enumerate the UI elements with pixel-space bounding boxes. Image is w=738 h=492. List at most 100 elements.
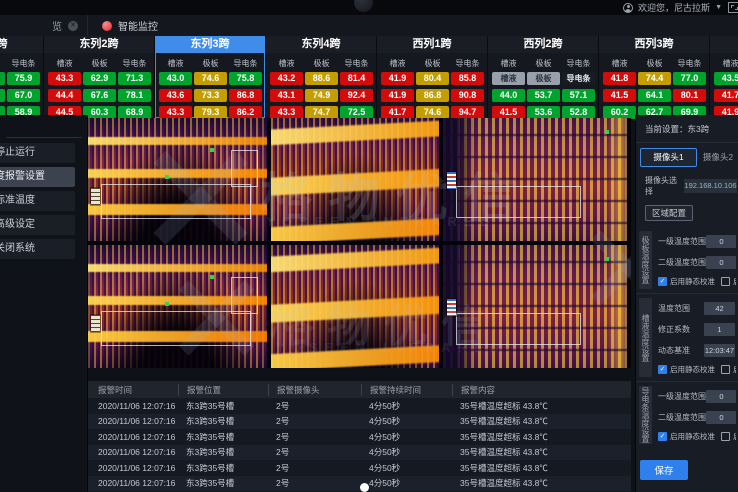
scroll-indicator[interactable] (360, 483, 369, 492)
marker-dot (165, 175, 169, 179)
camera-tile-2[interactable] (271, 118, 439, 241)
camera-tile-4[interactable] (88, 245, 267, 368)
setting-input[interactable]: 0 (706, 256, 736, 269)
setting-input[interactable]: 0 (706, 411, 736, 424)
checkbox-checked[interactable] (658, 365, 667, 374)
subcol-label: 导电条 (673, 58, 706, 69)
camera-switcher: 摄像头1 摄像头2 (636, 143, 738, 167)
setting-input[interactable]: 42 (704, 302, 735, 315)
region-rect (231, 150, 258, 187)
tab-background[interactable]: 览 ✕ (0, 15, 88, 36)
setting-row: 一级温度范围0 (658, 231, 736, 252)
subcol-headers: 槽液极板导电条 (488, 53, 598, 72)
subcol-label: 极板 (83, 58, 116, 69)
sidebar-item-1[interactable]: 停止运行 (0, 143, 75, 163)
welcome-text[interactable]: 欢迎您，尼古拉斯 (638, 1, 710, 14)
label-tag (91, 315, 100, 332)
span-column-header[interactable]: 西列3跨 (599, 36, 709, 53)
setting-input[interactable]: 0 (706, 235, 736, 248)
table-cell: 2号 (268, 477, 361, 489)
span-column-header[interactable]: 西列4跨 (710, 36, 738, 53)
value-row: 44.467.678.1 (44, 89, 154, 102)
table-cell: 2020/11/06 12:07:16 (88, 478, 178, 488)
tabbar: 览 ✕ 智能监控 (0, 15, 738, 37)
save-button[interactable]: 保存 (640, 460, 688, 480)
chevron-down-icon[interactable]: ▼ (715, 4, 722, 11)
checkbox-unchecked[interactable] (721, 432, 730, 441)
checkbox-label: 启用静态校准 (670, 364, 715, 375)
temp-cell: 43.1 (270, 89, 303, 102)
table-cell: 2020/11/06 12:07:16 (88, 447, 178, 457)
table-cell: 4分50秒 (361, 477, 452, 489)
fullscreen-icon[interactable] (728, 2, 738, 13)
current-setting-value: 东3跨 (688, 124, 710, 134)
tab-smart-monitoring[interactable]: 智能监控 (88, 15, 172, 36)
table-row[interactable]: 2020/11/06 12:07:16东3跨35号槽2号4分50秒35号槽温度超… (88, 445, 631, 461)
checkbox-unchecked[interactable] (721, 365, 730, 374)
camera-tile-3[interactable] (443, 118, 627, 241)
table-cell: 4分50秒 (361, 446, 452, 458)
setting-input[interactable]: 1 (704, 323, 735, 336)
span-column-header[interactable]: 东列4跨 (266, 36, 376, 53)
temp-grid: 东列1跨槽液极板导电条75.967.058.9东列2跨槽液极板导电条43.362… (0, 36, 738, 118)
table-row[interactable]: 2020/11/06 12:07:16东3跨35号槽2号4分50秒35号槽温度超… (88, 429, 631, 445)
sidebar-item-3[interactable]: 标准温度 (0, 191, 75, 211)
camera-tile-1[interactable] (88, 118, 267, 241)
current-setting-label: 当前设置： (645, 124, 688, 134)
temp-cell: 74.6 (194, 72, 227, 85)
region-config-button[interactable]: 区域配置 (645, 205, 693, 221)
camera2-button[interactable]: 摄像头2 (701, 148, 735, 167)
temp-cell: 41.5 (603, 89, 636, 102)
span-column-东列2跨: 东列2跨槽液极板导电条43.362.971.344.467.678.144.56… (44, 36, 154, 118)
marker-dot (210, 275, 214, 279)
settings-section-1: 极板温度设置一级温度范围0二级温度范围0启用静态校准启 (636, 227, 738, 293)
span-column-header[interactable]: 东列1跨 (0, 36, 43, 53)
value-row: 43.074.675.8 (155, 72, 265, 85)
table-cell: 35号槽温度超标 43.8℃ (452, 477, 631, 489)
checkbox-checked[interactable] (658, 277, 667, 286)
temp-cell: 41.8 (603, 72, 636, 85)
sidebar-item-4[interactable]: 高级设定 (0, 215, 75, 235)
camera1-button[interactable]: 摄像头1 (640, 148, 697, 167)
checkbox-row: 启用静态校准启 (658, 273, 736, 289)
thermal-bands (271, 245, 439, 368)
marker-dot (210, 148, 214, 152)
camera-select-row: 摄像头选择 192.168.10.106 (645, 175, 738, 197)
setting-label: 修正系数 (658, 324, 704, 335)
temp-cell: 槽液 (492, 72, 525, 85)
span-column-header[interactable]: 西列1跨 (377, 36, 487, 53)
sidebar-item-5[interactable]: 关闭系统 (0, 239, 75, 259)
checkbox-label-partial: 启 (733, 431, 736, 442)
checkbox-checked[interactable] (658, 432, 667, 441)
temp-cell: 75.8 (229, 72, 262, 85)
app-icon (102, 21, 112, 31)
setting-input[interactable]: 0 (706, 390, 736, 403)
setting-input[interactable]: 12:03:47 (704, 344, 735, 357)
sidebar-item-2[interactable]: 温度报警设置 (0, 167, 75, 187)
span-column-header[interactable]: 东列2跨 (44, 36, 154, 53)
table-row[interactable]: 2020/11/06 12:07:16东3跨35号槽2号4分50秒35号槽温度超… (88, 398, 631, 414)
table-row[interactable]: 2020/11/06 12:07:16东3跨35号槽2号4分50秒35号槽温度超… (88, 460, 631, 476)
setting-row: 修正系数1 (658, 319, 736, 340)
settings-section-3: 导电条温度设置一级温度范围0二级温度范围0启用静态校准启 (636, 381, 738, 448)
temp-cell: 90.8 (451, 89, 484, 102)
span-column-header[interactable]: 东列3跨 (155, 36, 265, 53)
table-cell: 35号槽温度超标 43.8℃ (452, 431, 631, 443)
table-cell: 东3跨35号槽 (178, 446, 268, 458)
temp-cell: 88.6 (305, 72, 338, 85)
table-cell: 35号槽温度超标 43.8℃ (452, 400, 631, 412)
close-icon[interactable]: ✕ (68, 21, 78, 31)
checkbox-unchecked[interactable] (721, 277, 730, 286)
temp-cell: 44.4 (48, 89, 81, 102)
user-icon (623, 3, 633, 13)
camera-ip-input[interactable]: 192.168.10.106 (684, 179, 737, 193)
camera-tile-5[interactable] (271, 245, 439, 368)
value-row: 41.986.890.8 (377, 89, 487, 102)
temp-cell: 极板 (527, 72, 560, 85)
subcol-headers: 槽液极板导电条 (0, 53, 43, 72)
camera-tile-6[interactable] (443, 245, 627, 368)
span-column-header[interactable]: 西列2跨 (488, 36, 598, 53)
temp-cell: 80.4 (416, 72, 449, 85)
subcol-headers: 槽液极板导电条 (44, 53, 154, 72)
table-row[interactable]: 2020/11/06 12:07:16东3跨35号槽2号4分50秒35号槽温度超… (88, 414, 631, 430)
